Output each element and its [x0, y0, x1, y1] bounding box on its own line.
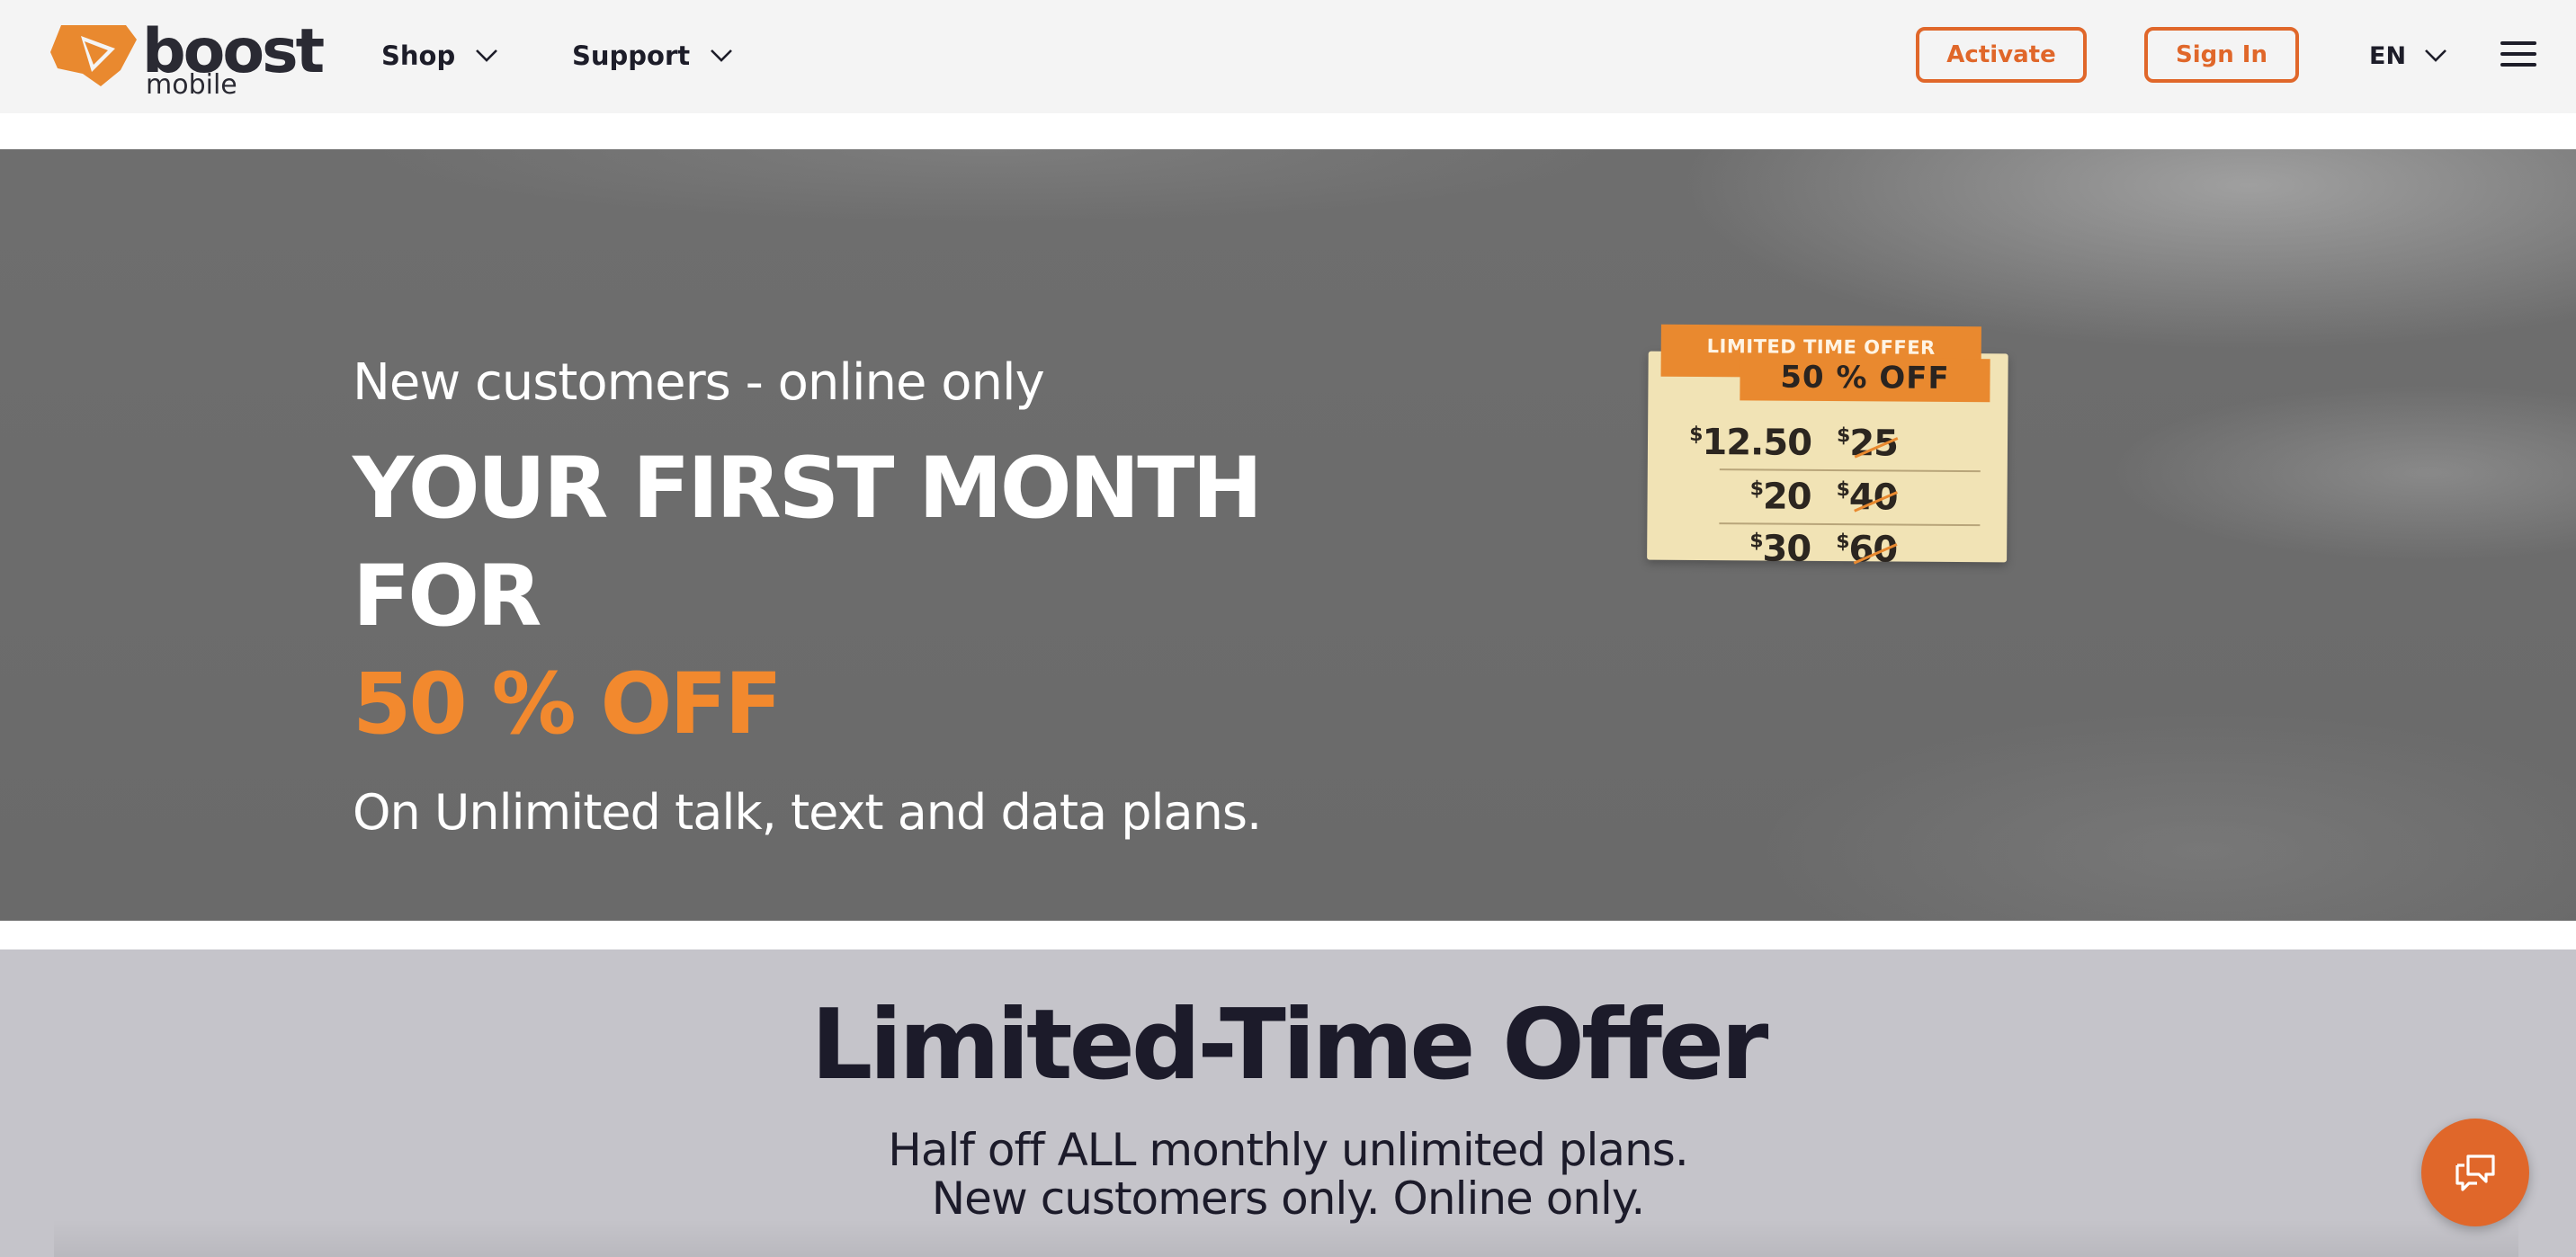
- language-selector[interactable]: EN: [2369, 34, 2447, 77]
- sign-in-button[interactable]: Sign In: [2144, 27, 2299, 83]
- price-row-divider: [1719, 468, 1981, 473]
- hero-banner[interactable]: New customers - online only YOUR FIRST M…: [0, 149, 2576, 921]
- offer-section: Limited-Time Offer Half off ALL monthly …: [0, 949, 2576, 1257]
- boost-logo-icon: [50, 25, 137, 86]
- boost-mobile-logo[interactable]: boost mobile: [49, 18, 336, 99]
- nav-shop-label: Shop: [381, 40, 456, 71]
- logo-submark: mobile: [146, 69, 237, 101]
- nav-shop[interactable]: Shop: [381, 34, 498, 77]
- hero-title-line-2: FOR: [353, 548, 542, 646]
- price-row-divider: [1719, 522, 1981, 527]
- hero-title-line-1: YOUR FIRST MONTH: [353, 440, 1263, 538]
- new-price: $12.50: [1689, 422, 1812, 464]
- price-tag-label: LIMITED TIME OFFER: [1706, 335, 1936, 359]
- nav-support-label: Support: [572, 40, 691, 71]
- hero-description: On Unlimited talk, text and data plans.: [353, 784, 1262, 841]
- price-tag-discount: 50 % OFF: [1780, 359, 1950, 397]
- old-price: $25: [1836, 423, 1899, 465]
- new-price: $20: [1749, 476, 1811, 518]
- price-tag: LIMITED TIME OFFER 50 % OFF $12.50 $25 $…: [1647, 324, 2008, 571]
- site-header: boost mobile Shop Support Activate Sign …: [0, 0, 2576, 113]
- hero-title: YOUR FIRST MONTH FOR 50 % OFF: [353, 435, 1342, 759]
- hero-subtitle: New customers - online only: [353, 353, 1045, 412]
- offer-line-1: Half off ALL monthly unlimited plans.: [888, 1124, 1688, 1176]
- chat-button[interactable]: [2421, 1119, 2529, 1226]
- chevron-down-icon: [476, 49, 498, 62]
- new-price: $30: [1749, 528, 1811, 570]
- hero-title-accent: 50 % OFF: [353, 655, 783, 753]
- offer-title: Limited-Time Offer: [810, 989, 1769, 1101]
- old-price: $40: [1836, 477, 1898, 519]
- chat-bubbles-icon: [2455, 1154, 2495, 1191]
- offer-card-shadow: [54, 1219, 2518, 1257]
- price-row: $20 $40: [1683, 476, 1981, 528]
- nav-support[interactable]: Support: [572, 34, 733, 77]
- language-label: EN: [2369, 41, 2407, 70]
- price-row: $30 $60: [1683, 528, 1980, 580]
- offer-line-2: New customers only. Online only.: [931, 1172, 1645, 1225]
- chevron-down-icon: [2425, 49, 2446, 62]
- activate-button[interactable]: Activate: [1916, 27, 2087, 83]
- old-price: $60: [1836, 529, 1898, 571]
- hamburger-menu-icon[interactable]: [2500, 38, 2536, 70]
- price-row: $12.50 $25: [1684, 422, 1981, 474]
- chevron-down-icon: [711, 49, 733, 62]
